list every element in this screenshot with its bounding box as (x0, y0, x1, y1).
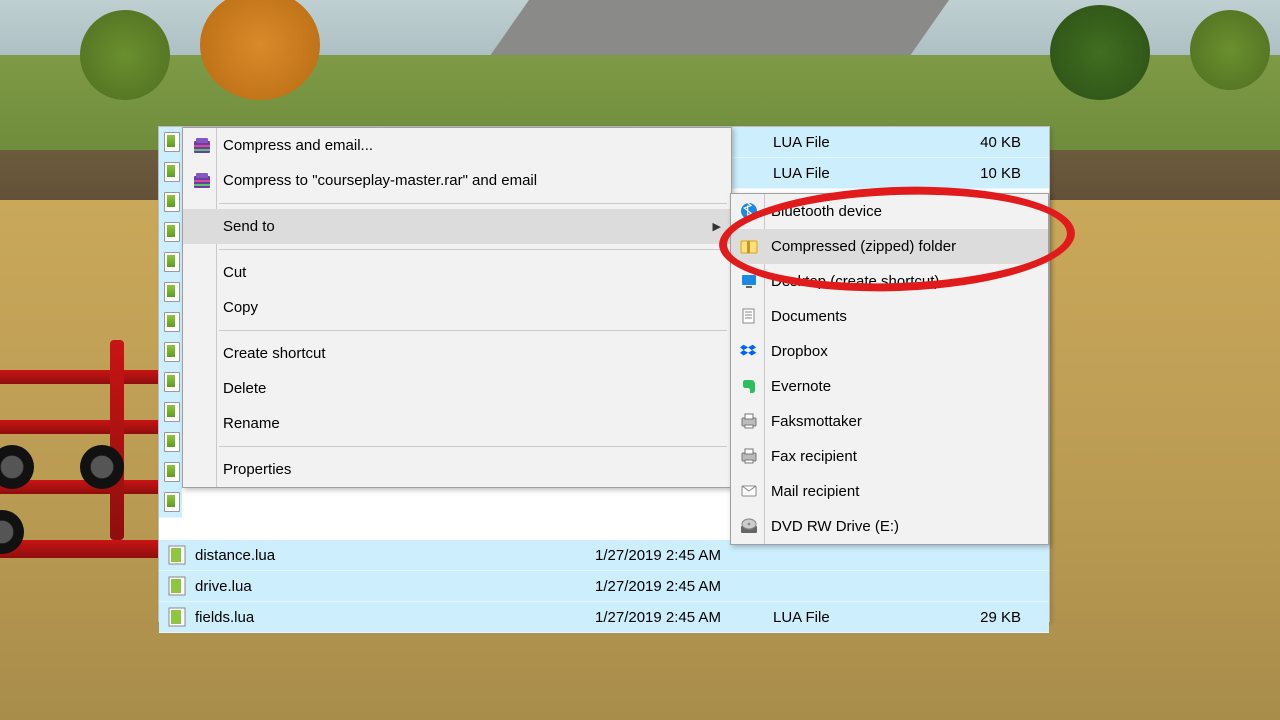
fax-icon (739, 411, 759, 431)
sendto-desktop[interactable]: Desktop (create shortcut) (731, 264, 1048, 299)
sendto-bluetooth[interactable]: Bluetooth device (731, 194, 1048, 229)
file-name: distance.lua (195, 547, 595, 564)
menu-label: Documents (771, 308, 847, 325)
file-date: 1/27/2019 2:45 AM (595, 609, 755, 626)
menu-properties[interactable]: Properties (183, 452, 731, 487)
file-row[interactable]: drive.lua 1/27/2019 2:45 AM (159, 571, 1049, 602)
menu-label: Delete (223, 380, 266, 397)
file-size: 29 KB (943, 609, 1049, 626)
menu-separator (219, 330, 727, 331)
documents-icon (739, 306, 759, 326)
file-size: 40 KB (943, 134, 1049, 151)
dvd-drive-icon (739, 516, 759, 536)
context-menu: Compress and email... Compress to "cours… (182, 127, 732, 488)
lua-file-icon (167, 545, 187, 565)
sendto-compressed[interactable]: Compressed (zipped) folder (731, 229, 1048, 264)
menu-delete[interactable]: Delete (183, 371, 731, 406)
file-date: 1/27/2019 2:45 AM (595, 547, 755, 564)
dropbox-icon (739, 341, 759, 361)
sendto-documents[interactable]: Documents (731, 299, 1048, 334)
menu-compress-email[interactable]: Compress and email... (183, 128, 731, 163)
menu-cut[interactable]: Cut (183, 255, 731, 290)
menu-copy[interactable]: Copy (183, 290, 731, 325)
submenu-arrow-icon: ▶ (713, 220, 721, 233)
menu-label: Desktop (create shortcut) (771, 273, 939, 290)
sendto-faksmottaker[interactable]: Faksmottaker (731, 404, 1048, 439)
file-name: drive.lua (195, 578, 595, 595)
file-type: LUA File (755, 134, 943, 151)
menu-label: DVD RW Drive (E:) (771, 518, 899, 535)
file-row[interactable]: fields.lua 1/27/2019 2:45 AM LUA File 29… (159, 602, 1049, 633)
file-type: LUA File (755, 609, 943, 626)
menu-label: Compress and email... (223, 137, 373, 154)
sendto-fax-recipient[interactable]: Fax recipient (731, 439, 1048, 474)
file-date: 1/27/2019 2:45 AM (595, 578, 755, 595)
menu-separator (219, 203, 727, 204)
menu-label: Copy (223, 299, 258, 316)
menu-rename[interactable]: Rename (183, 406, 731, 441)
menu-label: Send to (223, 218, 275, 235)
menu-compress-rar[interactable]: Compress to "courseplay-master.rar" and … (183, 163, 731, 198)
fax-icon (739, 446, 759, 466)
menu-label: Rename (223, 415, 280, 432)
menu-label: Dropbox (771, 343, 828, 360)
menu-label: Properties (223, 461, 291, 478)
menu-separator (219, 446, 727, 447)
zipped-folder-icon (739, 236, 759, 256)
menu-label: Bluetooth device (771, 203, 882, 220)
menu-label: Compressed (zipped) folder (771, 238, 956, 255)
bluetooth-icon (739, 201, 759, 221)
menu-label: Fax recipient (771, 448, 857, 465)
menu-separator (219, 249, 727, 250)
file-size: 10 KB (943, 165, 1049, 182)
explorer-window: LUA File 40 KB LUA File 10 KB distance.l… (158, 126, 1050, 622)
lua-file-icon (167, 576, 187, 596)
mail-icon (739, 481, 759, 501)
winrar-icon (191, 169, 213, 191)
menu-create-shortcut[interactable]: Create shortcut (183, 336, 731, 371)
winrar-icon (191, 134, 213, 156)
menu-label: Cut (223, 264, 246, 281)
evernote-icon (739, 376, 759, 396)
menu-send-to[interactable]: Send to ▶ (183, 209, 731, 244)
sendto-evernote[interactable]: Evernote (731, 369, 1048, 404)
sendto-dropbox[interactable]: Dropbox (731, 334, 1048, 369)
file-type: LUA File (755, 165, 943, 182)
file-name: fields.lua (195, 609, 595, 626)
menu-label: Faksmottaker (771, 413, 862, 430)
menu-label: Evernote (771, 378, 831, 395)
sendto-mail-recipient[interactable]: Mail recipient (731, 474, 1048, 509)
lua-file-icon (167, 607, 187, 627)
desktop-icon (739, 271, 759, 291)
sendto-dvd-rw[interactable]: DVD RW Drive (E:) (731, 509, 1048, 544)
menu-label: Compress to "courseplay-master.rar" and … (223, 172, 537, 189)
send-to-submenu: Bluetooth device Compressed (zipped) fol… (730, 193, 1049, 545)
menu-label: Create shortcut (223, 345, 326, 362)
menu-label: Mail recipient (771, 483, 859, 500)
